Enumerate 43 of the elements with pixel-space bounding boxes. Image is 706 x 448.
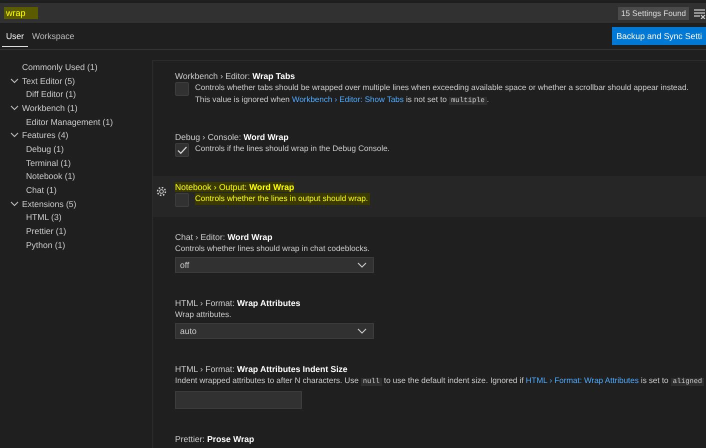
toc-item[interactable]: Commonly Used (1) bbox=[0, 60, 152, 74]
backup-sync-button[interactable]: Backup and Sync Setti bbox=[612, 27, 706, 45]
dropdown[interactable]: auto bbox=[175, 323, 374, 339]
results-count: 15 Settings Found bbox=[618, 6, 689, 20]
settings-icon[interactable] bbox=[156, 186, 167, 197]
toc-item[interactable]: Prettier (1) bbox=[0, 224, 152, 238]
setting-title: Chat › Editor: Word Wrap bbox=[175, 232, 272, 242]
toc-item[interactable]: Text Editor (5) bbox=[0, 74, 152, 88]
scope-tab[interactable]: Workspace bbox=[28, 25, 78, 47]
setting-link[interactable]: Workbench › Editor: Show Tabs bbox=[292, 95, 404, 104]
setting-description: Controls whether the lines in output should wrap. bbox=[195, 193, 370, 205]
toc-item[interactable]: Chat (1) bbox=[0, 183, 152, 197]
toc-item[interactable]: Python (1) bbox=[0, 238, 152, 252]
setting-title: Workbench › Editor: Wrap Tabs bbox=[175, 71, 295, 81]
setting-link[interactable]: HTML › Format: Wrap Attributes bbox=[526, 376, 639, 385]
checkbox[interactable] bbox=[175, 82, 189, 96]
setting-description: Controls whether lines should wrap in chat codeblocks. bbox=[175, 243, 371, 255]
toc-item[interactable]: Terminal (1) bbox=[0, 156, 152, 170]
toc-item[interactable]: Workbench (1) bbox=[0, 101, 152, 115]
toc-item[interactable]: Editor Management (1) bbox=[0, 114, 152, 128]
search-field[interactable]: wrap 15 Settings Found bbox=[0, 3, 706, 23]
input-field[interactable] bbox=[175, 391, 302, 409]
dropdown[interactable]: off bbox=[175, 257, 374, 273]
toc-item[interactable]: Notebook (1) bbox=[0, 170, 152, 184]
toc-item[interactable]: HTML (3) bbox=[0, 210, 152, 224]
clear-filter-icon[interactable] bbox=[693, 8, 706, 18]
chevron-down-icon bbox=[357, 328, 367, 334]
setting-title: Debug › Console: Word Wrap bbox=[175, 132, 289, 142]
setting-title: Prettier: Prose Wrap bbox=[175, 434, 254, 444]
setting-title: HTML › Format: Wrap Attributes Indent Size bbox=[175, 364, 348, 374]
checkbox[interactable] bbox=[175, 193, 189, 207]
toc-item[interactable]: Features (4) bbox=[0, 128, 152, 142]
toc-item[interactable]: Debug (1) bbox=[0, 142, 152, 156]
setting-description: Wrap attributes. bbox=[175, 309, 232, 321]
scope-tab[interactable]: User bbox=[2, 25, 28, 47]
setting-title: Notebook › Output: Word Wrap bbox=[175, 182, 294, 192]
toc-item[interactable]: Diff Editor (1) bbox=[0, 87, 152, 102]
setting-title: HTML › Format: Wrap Attributes bbox=[175, 298, 300, 308]
toc-item[interactable]: Extensions (5) bbox=[0, 196, 152, 211]
chevron-down-icon bbox=[357, 262, 367, 268]
setting-description: Controls if the lines should wrap in the Debug Console. bbox=[195, 143, 391, 155]
checkbox[interactable] bbox=[175, 143, 189, 157]
search-text: wrap bbox=[4, 7, 38, 19]
